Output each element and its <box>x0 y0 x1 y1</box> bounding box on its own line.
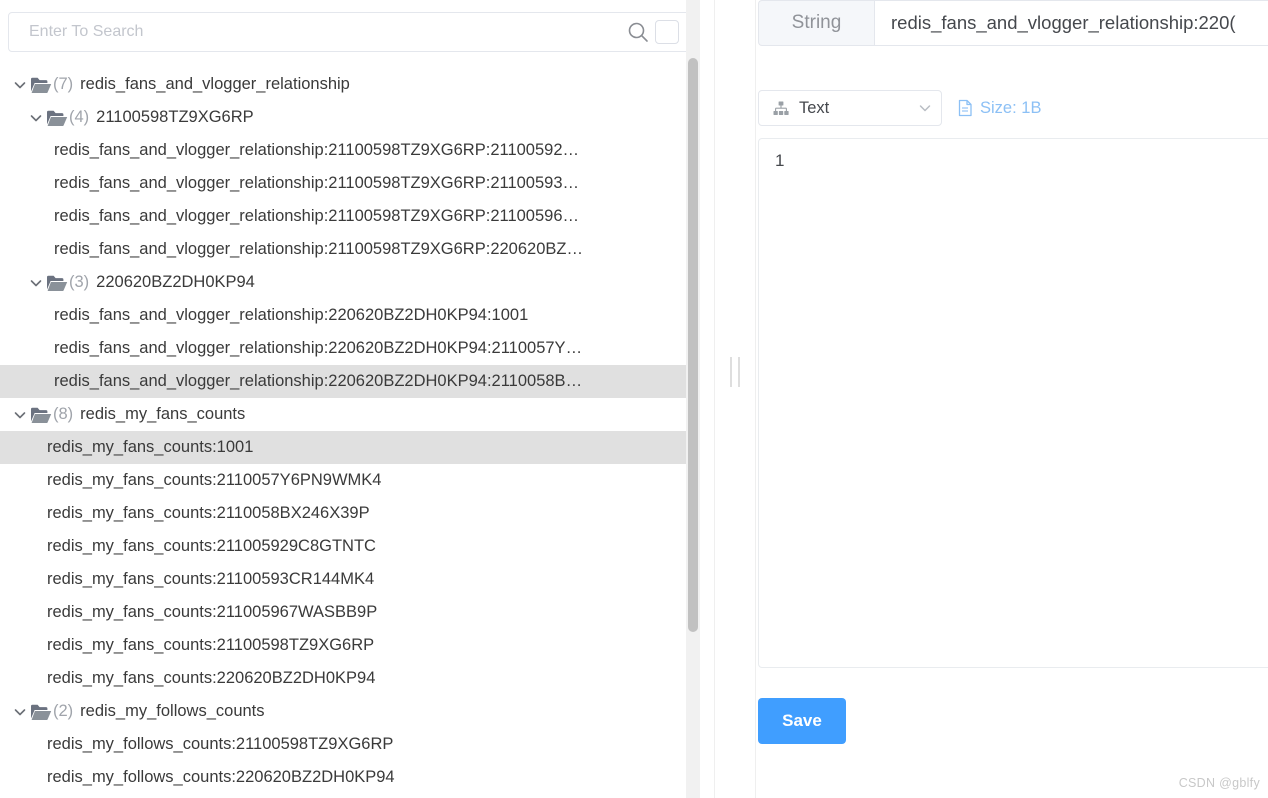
view-mode-label: Text <box>799 98 830 117</box>
tree-key-node[interactable]: redis_fans_and_vlogger_relationship:2110… <box>0 200 700 233</box>
pane-splitter[interactable] <box>714 0 756 798</box>
tree-key-node[interactable]: redis_fans_and_vlogger_relationship:2206… <box>0 299 700 332</box>
tree-key-node[interactable]: redis_fans_and_vlogger_relationship:2206… <box>0 332 700 365</box>
key-label: redis_my_fans_counts:1001 <box>47 438 254 456</box>
watermark: CSDN @gblfy <box>1178 776 1260 790</box>
value-size-indicator: Size: 1B <box>958 99 1041 118</box>
child-count: (3) <box>69 273 90 291</box>
tree-folder-node[interactable]: (8) redis_my_fans_counts <box>0 398 700 431</box>
tree-key-node[interactable]: redis_my_fans_counts:2110058BX246X39P <box>0 497 700 530</box>
tree-key-node[interactable]: redis_my_fans_counts:211005967WASBB9P <box>0 596 700 629</box>
key-tree-pane: (7) redis_fans_and_vlogger_relationship (4… <box>0 0 700 798</box>
tree-key-node[interactable]: redis_my_fans_counts:2110057Y6PN9WMK4 <box>0 464 700 497</box>
tree-folder-node[interactable]: (3) 220620BZ2DH0KP94 <box>0 266 700 299</box>
tree-key-node[interactable]: redis_my_fans_counts:220620BZ2DH0KP94 <box>0 662 700 695</box>
size-label: Size: 1B <box>980 98 1042 117</box>
splitter-grip-icon[interactable] <box>730 357 740 387</box>
key-label: redis_my_follows_counts:220620BZ2DH0KP94 <box>47 768 395 786</box>
child-count: (8) <box>53 405 74 423</box>
tree-key-node[interactable]: redis_fans_and_vlogger_relationship:2206… <box>0 365 700 398</box>
key-header-row: String <box>758 0 1268 46</box>
folder-label: 220620BZ2DH0KP94 <box>96 273 255 291</box>
value-editor-text[interactable]: 1 <box>775 151 1268 171</box>
child-count: (4) <box>69 108 90 126</box>
tree-key-node[interactable]: redis_fans_and_vlogger_relationship:2110… <box>0 233 700 266</box>
tree-key-node[interactable]: redis_fans_and_vlogger_relationship:2110… <box>0 167 700 200</box>
value-editor[interactable]: 1 <box>758 138 1268 668</box>
child-count: (2) <box>53 702 74 720</box>
key-label: redis_my_fans_counts:211005929C8GTNTC <box>47 537 376 555</box>
folder-open-icon <box>30 76 52 94</box>
chevron-down-icon[interactable] <box>12 407 28 423</box>
key-label: redis_fans_and_vlogger_relationship:2110… <box>54 207 580 225</box>
key-name-input[interactable] <box>889 11 1267 35</box>
folder-open-icon <box>30 406 52 424</box>
tree-key-node[interactable]: redis_my_fans_counts:211005929C8GTNTC <box>0 530 700 563</box>
key-label: redis_my_fans_counts:220620BZ2DH0KP94 <box>47 669 376 687</box>
key-label: redis_fans_and_vlogger_relationship:2206… <box>54 372 583 390</box>
tree-folder-node[interactable]: (4) 21100598TZ9XG6RP <box>0 101 700 134</box>
chevron-down-icon[interactable] <box>12 704 28 720</box>
key-tree: (7) redis_fans_and_vlogger_relationship (4… <box>0 68 700 798</box>
tree-key-node[interactable]: redis_my_follows_counts:220620BZ2DH0KP94 <box>0 761 700 794</box>
search-input[interactable] <box>9 23 621 41</box>
tree-folder-node[interactable]: (2) redis_my_follows_counts <box>0 695 700 728</box>
folder-label: 21100598TZ9XG6RP <box>96 108 254 126</box>
key-label: redis_my_fans_counts:21100598TZ9XG6RP <box>47 636 375 654</box>
chevron-down-icon[interactable] <box>909 100 941 116</box>
search-icon[interactable] <box>621 13 655 51</box>
folder-label: redis_my_follows_counts <box>80 702 265 720</box>
chevron-down-icon[interactable] <box>28 275 44 291</box>
sitemap-icon <box>773 101 789 116</box>
tree-key-node[interactable]: redis_my_fans_counts:21100593CR144MK4 <box>0 563 700 596</box>
save-button[interactable]: Save <box>758 698 846 744</box>
key-label: redis_my_fans_counts:21100593CR144MK4 <box>47 570 375 588</box>
folder-label: redis_my_fans_counts <box>80 405 246 423</box>
key-label: redis_fans_and_vlogger_relationship:2110… <box>54 141 580 159</box>
child-count: (7) <box>53 75 74 93</box>
square-checkbox-icon[interactable] <box>655 20 679 44</box>
chevron-down-icon[interactable] <box>28 110 44 126</box>
key-label: redis_my_fans_counts:2110057Y6PN9WMK4 <box>47 471 382 489</box>
search-bar[interactable] <box>8 12 692 52</box>
tree-scrollbar-thumb[interactable] <box>688 58 698 632</box>
redis-desktop-manager-window: (7) redis_fans_and_vlogger_relationship (4… <box>0 0 1268 798</box>
key-label: redis_my_fans_counts:2110058BX246X39P <box>47 504 370 522</box>
tree-key-node[interactable]: redis_my_fans_counts:21100598TZ9XG6RP <box>0 629 700 662</box>
folder-open-icon <box>30 703 52 721</box>
key-label: redis_my_follows_counts:21100598TZ9XG6RP <box>47 735 394 753</box>
tree-key-node[interactable]: redis_my_fans_counts:1001 <box>0 431 700 464</box>
key-type-badge: String <box>758 0 874 46</box>
view-mode-select[interactable]: Text <box>758 90 942 126</box>
key-label: redis_fans_and_vlogger_relationship:2110… <box>54 174 580 192</box>
tree-scrollbar-track[interactable] <box>686 0 700 798</box>
key-label: redis_fans_and_vlogger_relationship:2206… <box>54 306 529 324</box>
key-label: redis_fans_and_vlogger_relationship:2110… <box>54 240 583 258</box>
folder-open-icon <box>46 274 68 292</box>
key-label: redis_my_fans_counts:211005967WASBB9P <box>47 603 378 621</box>
tree-key-node[interactable]: redis_fans_and_vlogger_relationship:2110… <box>0 134 700 167</box>
folder-label: redis_fans_and_vlogger_relationship <box>80 75 350 93</box>
chevron-down-icon[interactable] <box>12 77 28 93</box>
tree-key-node[interactable]: redis_my_follows_counts:21100598TZ9XG6RP <box>0 728 700 761</box>
key-label: redis_fans_and_vlogger_relationship:2206… <box>54 339 583 357</box>
value-toolbar: Text Size: 1B <box>758 90 1041 126</box>
key-detail-pane: String redis_fans_and_vlogger_relationsh… <box>756 0 1268 798</box>
key-name-field[interactable] <box>874 0 1268 46</box>
document-icon <box>958 99 973 117</box>
folder-open-icon <box>46 109 68 127</box>
tree-folder-node[interactable]: (7) redis_fans_and_vlogger_relationship <box>0 68 700 101</box>
